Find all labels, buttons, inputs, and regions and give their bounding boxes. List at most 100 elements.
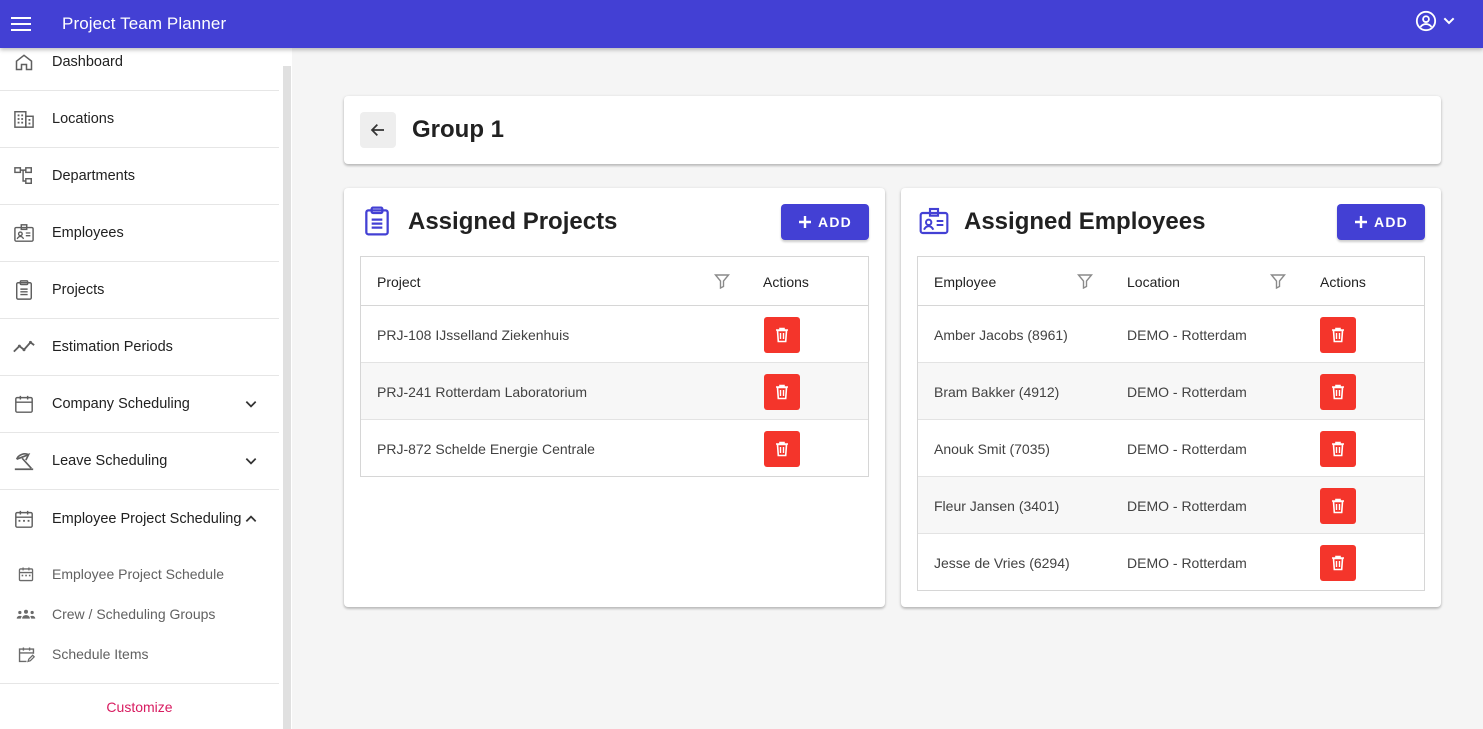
filter-icon[interactable] bbox=[1077, 273, 1093, 289]
column-header-employee[interactable]: Employee bbox=[934, 257, 996, 306]
trash-icon bbox=[776, 441, 788, 457]
sidebar: Dashboard Locations Departments Employee… bbox=[0, 48, 292, 729]
table-row: Amber Jacobs (8961) DEMO - Rotterdam bbox=[918, 306, 1424, 363]
sidebar-item-leave-scheduling[interactable]: Leave Scheduling bbox=[0, 433, 279, 490]
assigned-projects-panel: Assigned Projects ADD Project Actions PR… bbox=[344, 188, 885, 607]
employees-table: Employee Location Actions Amber Jacobs (… bbox=[917, 256, 1425, 591]
sidebar-item-label: Departments bbox=[52, 168, 136, 184]
calendar-icon bbox=[12, 392, 36, 416]
home-icon bbox=[12, 50, 36, 74]
hamburger-icon bbox=[11, 17, 31, 31]
trash-icon bbox=[776, 327, 788, 343]
sidebar-item-projects[interactable]: Projects bbox=[0, 262, 279, 319]
table-row: Bram Bakker (4912) DEMO - Rotterdam bbox=[918, 363, 1424, 420]
calendar-icon bbox=[12, 507, 36, 531]
app-title: Project Team Planner bbox=[62, 14, 227, 33]
sidebar-item-label: Estimation Periods bbox=[52, 339, 173, 355]
column-header-location[interactable]: Location bbox=[1127, 257, 1180, 306]
add-button-label: ADD bbox=[818, 214, 852, 230]
delete-button[interactable] bbox=[1320, 488, 1356, 524]
location-cell: DEMO - Rotterdam bbox=[1127, 326, 1247, 343]
delete-button[interactable] bbox=[1320, 545, 1356, 581]
account-circle-icon bbox=[1415, 10, 1437, 32]
arrow-left-icon bbox=[370, 124, 384, 136]
sidebar-item-employee-project-scheduling[interactable]: Employee Project Scheduling bbox=[0, 490, 279, 547]
trend-icon bbox=[12, 335, 36, 359]
sidebar-item-label: Employee Project Scheduling bbox=[52, 510, 242, 527]
table-row: Fleur Jansen (3401) DEMO - Rotterdam bbox=[918, 477, 1424, 534]
building-icon bbox=[12, 107, 36, 131]
calendar-small-icon bbox=[16, 564, 36, 584]
filter-icon[interactable] bbox=[1270, 273, 1286, 289]
project-cell: PRJ-241 Rotterdam Laboratorium bbox=[377, 383, 588, 400]
delete-button[interactable] bbox=[1320, 431, 1356, 467]
plus-icon bbox=[1355, 216, 1368, 228]
trash-icon bbox=[1332, 498, 1344, 514]
clipboard-icon bbox=[12, 278, 36, 302]
sidebar-subitem-label: Crew / Scheduling Groups bbox=[52, 606, 216, 622]
beach-icon bbox=[12, 449, 36, 473]
location-cell: DEMO - Rotterdam bbox=[1127, 554, 1247, 571]
trash-icon bbox=[776, 384, 788, 400]
project-cell: PRJ-872 Schelde Energie Centrale bbox=[377, 440, 595, 457]
sidebar-subitem-schedule-items[interactable]: Schedule Items bbox=[0, 634, 279, 674]
table-row: PRJ-108 IJsselland Ziekenhuis bbox=[361, 306, 868, 363]
table-header-row: Employee Location Actions bbox=[918, 257, 1424, 306]
assigned-employees-panel: Assigned Employees ADD Employee Location… bbox=[901, 188, 1441, 607]
sidebar-item-employees[interactable]: Employees bbox=[0, 205, 279, 262]
sidebar-item-label: Projects bbox=[52, 282, 105, 298]
add-button-label: ADD bbox=[1374, 214, 1408, 230]
sidebar-subitem-employee-project-schedule[interactable]: Employee Project Schedule bbox=[0, 554, 279, 594]
page-title: Group 1 bbox=[412, 116, 505, 143]
sidebar-item-company-scheduling[interactable]: Company Scheduling bbox=[0, 376, 279, 433]
hierarchy-icon bbox=[12, 164, 36, 188]
table-header-row: Project Actions bbox=[361, 257, 868, 306]
sidebar-item-label: Dashboard bbox=[52, 54, 123, 70]
table-row: Anouk Smit (7035) DEMO - Rotterdam bbox=[918, 420, 1424, 477]
sidebar-scrollbar[interactable] bbox=[283, 66, 291, 729]
sidebar-item-estimation-periods[interactable]: Estimation Periods bbox=[0, 319, 279, 376]
table-row: PRJ-872 Schelde Energie Centrale bbox=[361, 420, 868, 477]
clipboard-icon bbox=[360, 204, 394, 238]
customize-link[interactable]: Customize bbox=[0, 683, 279, 729]
employee-cell: Amber Jacobs (8961) bbox=[934, 326, 1068, 343]
column-header-actions: Actions bbox=[1320, 273, 1366, 290]
add-employee-button[interactable]: ADD bbox=[1337, 204, 1425, 240]
projects-table: Project Actions PRJ-108 IJsselland Zieke… bbox=[360, 256, 869, 477]
column-header-actions: Actions bbox=[763, 273, 809, 290]
account-menu-button[interactable] bbox=[1415, 10, 1457, 32]
panel-title: Assigned Projects bbox=[408, 208, 618, 235]
location-cell: DEMO - Rotterdam bbox=[1127, 440, 1247, 457]
employee-cell: Bram Bakker (4912) bbox=[934, 383, 1060, 400]
column-header-project[interactable]: Project bbox=[377, 257, 421, 306]
chevron-down-icon bbox=[240, 393, 262, 415]
plus-icon bbox=[799, 216, 812, 228]
chevron-down-icon bbox=[1443, 17, 1455, 25]
chevron-up-icon bbox=[240, 508, 262, 530]
back-button[interactable] bbox=[360, 112, 396, 148]
location-cell: DEMO - Rotterdam bbox=[1127, 497, 1247, 514]
filter-icon[interactable] bbox=[714, 273, 730, 289]
delete-button[interactable] bbox=[1320, 317, 1356, 353]
employee-cell: Fleur Jansen (3401) bbox=[934, 497, 1060, 514]
sidebar-subitem-crew-scheduling-groups[interactable]: Crew / Scheduling Groups bbox=[0, 594, 279, 634]
trash-icon bbox=[1332, 327, 1344, 343]
employee-cell: Jesse de Vries (6294) bbox=[934, 554, 1070, 571]
sidebar-item-locations[interactable]: Locations bbox=[0, 91, 279, 148]
menu-button[interactable] bbox=[0, 2, 42, 46]
group-header-card: Group 1 bbox=[344, 96, 1441, 164]
sidebar-subitem-label: Employee Project Schedule bbox=[52, 566, 224, 582]
table-row: PRJ-241 Rotterdam Laboratorium bbox=[361, 363, 868, 420]
employee-cell: Anouk Smit (7035) bbox=[934, 440, 1050, 457]
delete-button[interactable] bbox=[764, 317, 800, 353]
delete-button[interactable] bbox=[764, 374, 800, 410]
sidebar-item-departments[interactable]: Departments bbox=[0, 148, 279, 205]
trash-icon bbox=[1332, 384, 1344, 400]
add-project-button[interactable]: ADD bbox=[781, 204, 869, 240]
sidebar-item-label: Leave Scheduling bbox=[52, 453, 168, 469]
delete-button[interactable] bbox=[764, 431, 800, 467]
calendar-edit-icon bbox=[16, 644, 36, 664]
delete-button[interactable] bbox=[1320, 374, 1356, 410]
sidebar-item-label: Employees bbox=[52, 225, 124, 241]
chevron-down-icon bbox=[240, 450, 262, 472]
